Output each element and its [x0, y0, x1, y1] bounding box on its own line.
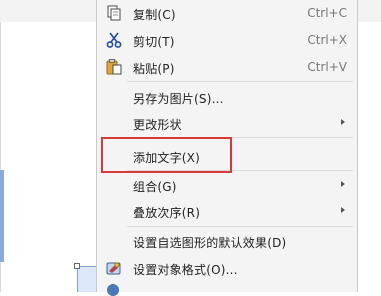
menu-item-label: 设置自选图形的默认效果(D) — [133, 236, 287, 250]
menu-item-label: 剪切(T) — [133, 35, 175, 49]
submenu-arrow-icon — [341, 119, 345, 125]
menu-item-arrange-order[interactable]: 叠放次序(R) — [97, 198, 357, 224]
copy-icon — [105, 4, 123, 22]
menu-item-copy[interactable]: 复制(C) Ctrl+C — [97, 0, 357, 26]
menu-item-label: 叠放次序(R) — [133, 206, 201, 220]
paste-icon — [105, 58, 123, 76]
menu-item-label: 设置对象格式(O)... — [133, 263, 238, 277]
selected-text-mark — [0, 170, 4, 262]
menu-item-label: 复制(C) — [133, 8, 176, 22]
format-object-icon — [105, 259, 123, 277]
resize-handle[interactable] — [74, 263, 80, 269]
menu-separator — [127, 226, 353, 227]
shortcut-text: Ctrl+X — [307, 33, 347, 47]
submenu-arrow-icon — [341, 181, 345, 187]
submenu-arrow-icon — [341, 207, 345, 213]
menu-item-label: 粘贴(P) — [133, 62, 175, 76]
menu-item-set-default-effect[interactable]: 设置自选图形的默认效果(D) — [97, 228, 357, 254]
menu-item-label: 组合(G) — [133, 180, 177, 194]
shortcut-text: Ctrl+V — [307, 60, 347, 74]
menu-item-paste[interactable]: 粘贴(P) Ctrl+V — [97, 54, 357, 80]
menu-item-label: 更改形状 — [133, 118, 182, 132]
highlight-box — [101, 137, 232, 173]
menu-item-cut[interactable]: 剪切(T) Ctrl+X — [97, 27, 357, 53]
menu-separator — [127, 81, 353, 82]
menu-item-save-as-picture[interactable]: 另存为图片(S)... — [97, 84, 357, 110]
menu-item-label: 另存为图片(S)... — [133, 92, 224, 106]
partial-menu-icon — [107, 284, 119, 296]
menu-item-change-shape[interactable]: 更改形状 — [97, 110, 357, 136]
shortcut-text: Ctrl+C — [307, 6, 347, 20]
scissors-icon — [105, 31, 123, 49]
menu-item-format-object[interactable]: 设置对象格式(O)... — [97, 255, 357, 281]
menu-item-group[interactable]: 组合(G) — [97, 172, 357, 198]
